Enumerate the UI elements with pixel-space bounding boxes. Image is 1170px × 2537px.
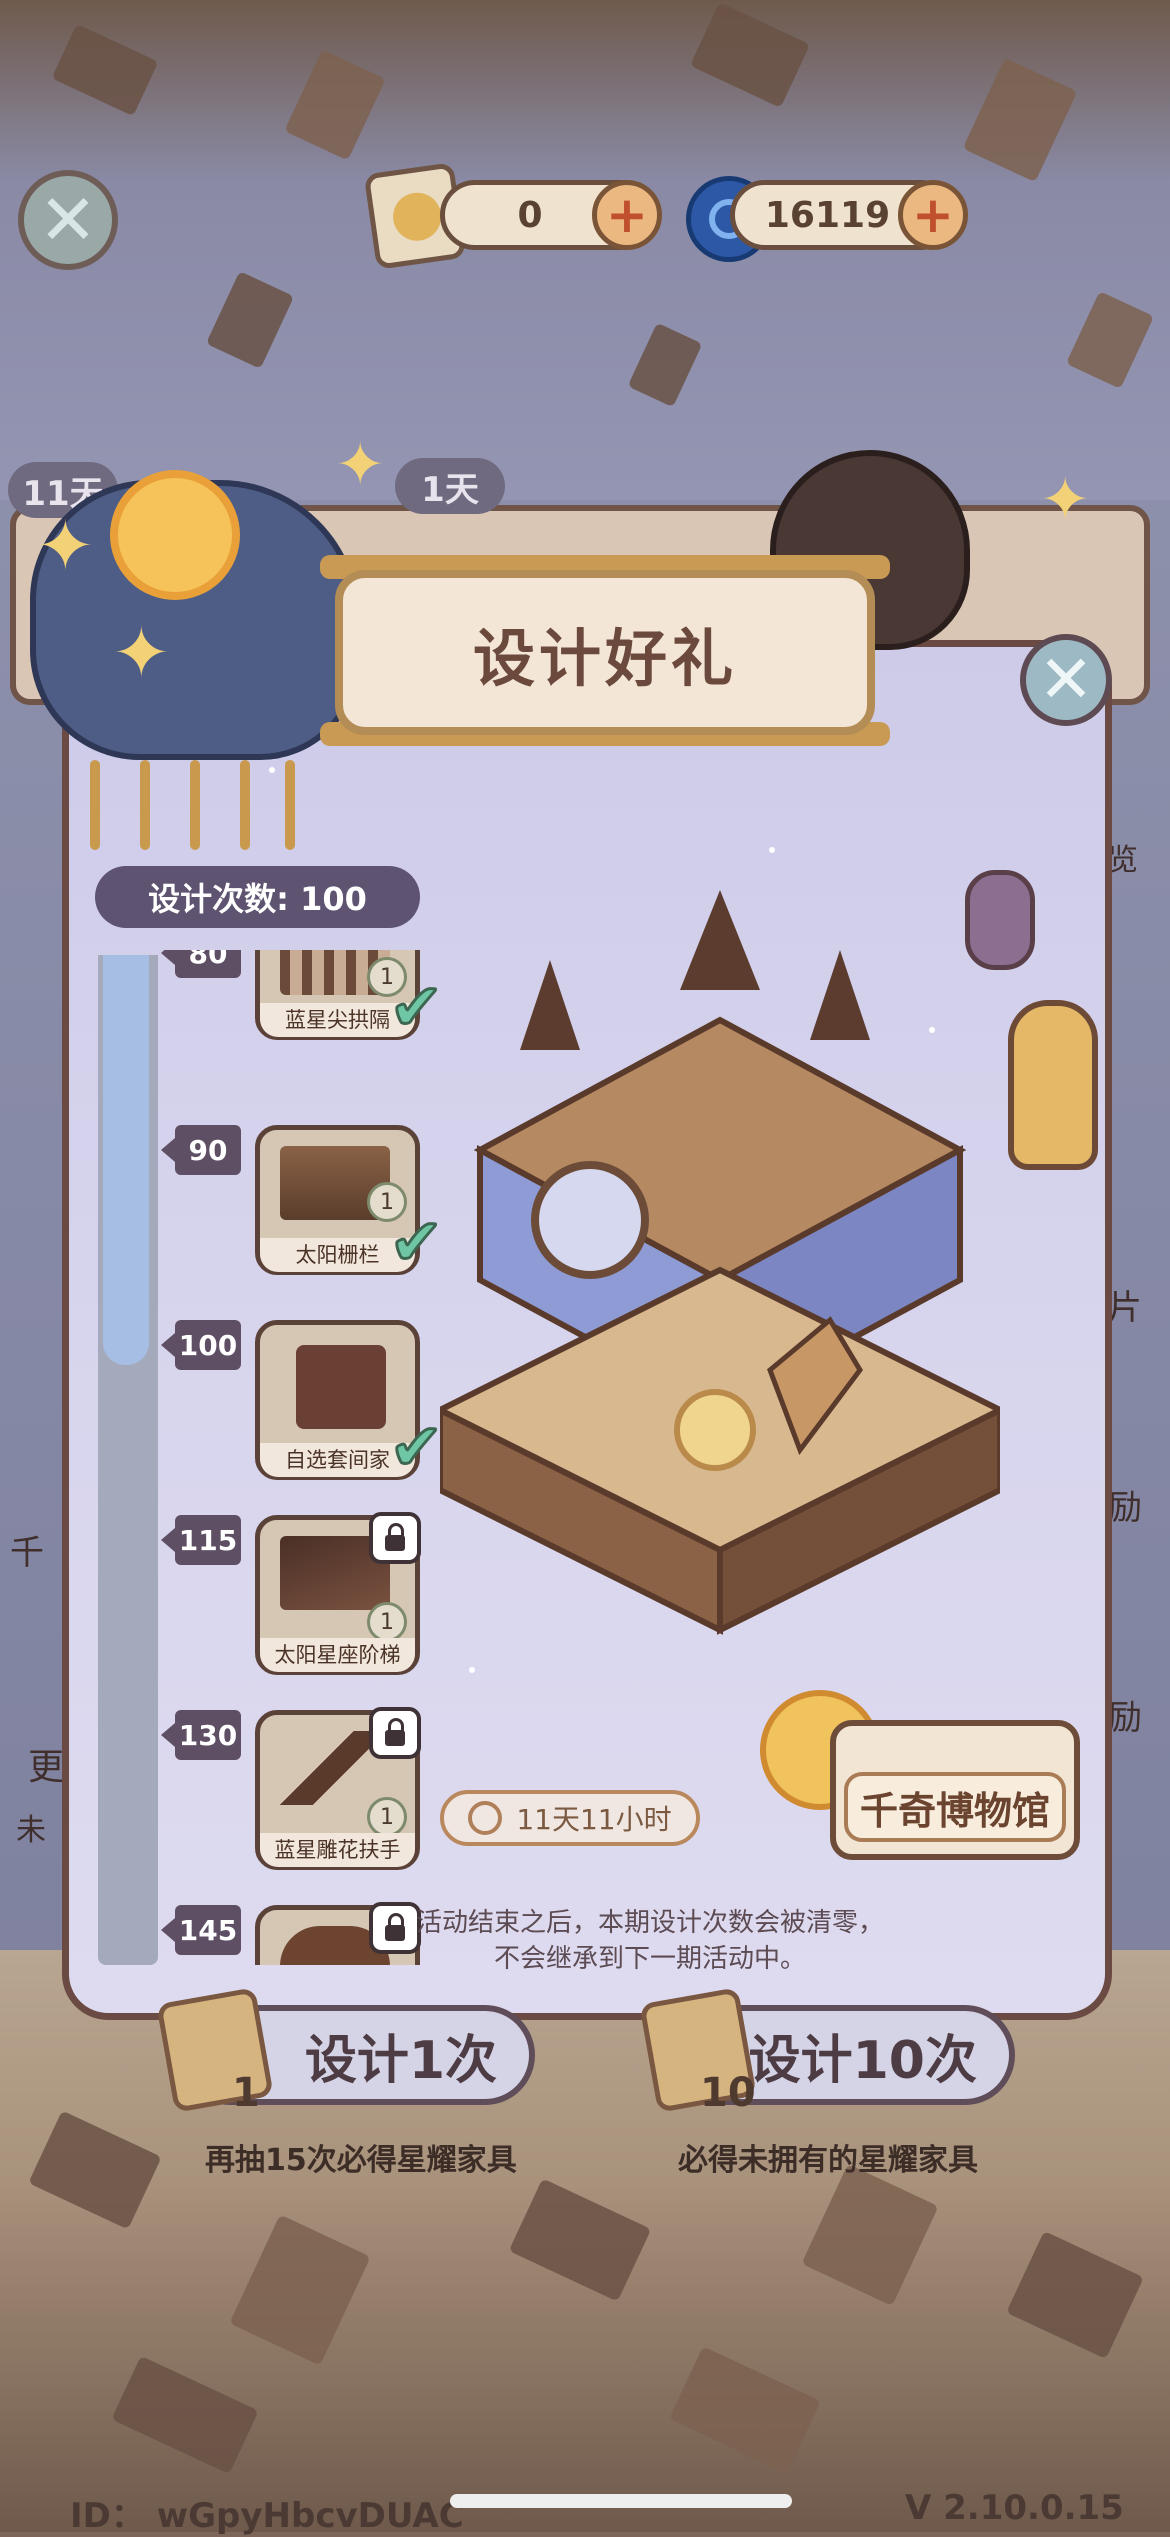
background-side-label: 千 bbox=[10, 1533, 44, 1573]
add-ticket-button[interactable]: + bbox=[592, 180, 662, 250]
dialog-close-button[interactable]: ✕ bbox=[1020, 634, 1112, 726]
reward-card[interactable]: 1 太阳星座阶梯 bbox=[255, 1512, 421, 1675]
check-icon: ✔ bbox=[388, 970, 445, 1047]
lock-icon bbox=[369, 1707, 421, 1759]
sun-icon bbox=[110, 470, 240, 600]
milestone-value: 80 bbox=[161, 950, 241, 978]
milestone-value: 130 bbox=[161, 1710, 241, 1760]
clock-icon bbox=[468, 1801, 503, 1835]
add-orb-button[interactable]: + bbox=[898, 180, 968, 250]
background-side-label: 励 bbox=[1108, 1488, 1142, 1528]
plus-icon: + bbox=[606, 186, 648, 244]
background-side-label: 励 bbox=[1108, 1698, 1142, 1738]
astrolabe bbox=[531, 1161, 649, 1279]
tassel-decoration bbox=[190, 760, 200, 850]
background-side-label: 未 bbox=[16, 1813, 46, 1848]
event-notice: 活动结束之后，本期设计次数会被清零， 不会继承到下一期活动中。 bbox=[415, 1908, 884, 1974]
tassel-decoration bbox=[285, 760, 295, 850]
tassel-decoration bbox=[240, 760, 250, 850]
player-id: ID： wGpyHbcvDUAC bbox=[70, 2496, 464, 2536]
spire bbox=[520, 960, 580, 1050]
reward-name: 蓝星雕花扶手 bbox=[260, 1833, 415, 1867]
milestone-list[interactable]: 80 1 蓝星尖拱隔 ✔ 90 1 太阳栅栏 ✔ 100 自选套间家 ✔ 115… bbox=[90, 950, 450, 1965]
close-icon: ✕ bbox=[38, 179, 98, 261]
gift-box-icon bbox=[296, 1345, 386, 1429]
milestone-value: 115 bbox=[161, 1515, 241, 1565]
sparkle-icon: ✦ bbox=[112, 612, 171, 694]
sun-emblem bbox=[674, 1389, 756, 1471]
close-icon: ✕ bbox=[1038, 641, 1094, 718]
check-icon: ✔ bbox=[388, 1410, 445, 1487]
tassel-decoration bbox=[90, 760, 100, 850]
background-side-label: 览 bbox=[1108, 843, 1138, 878]
tassel-decoration bbox=[140, 760, 150, 850]
milestone-value: 100 bbox=[161, 1320, 241, 1370]
check-icon: ✔ bbox=[388, 1205, 445, 1282]
background-side-label: 片 bbox=[1108, 1288, 1142, 1328]
spire bbox=[810, 950, 870, 1040]
reward-card[interactable]: 1 太阳栅栏 ✔ bbox=[255, 1125, 444, 1282]
reward-name: 太阳星座阶梯 bbox=[260, 1638, 415, 1672]
event-timer: 11天11小时 bbox=[440, 1790, 700, 1846]
app-version: V 2.10.0.15 bbox=[905, 2488, 1124, 2528]
sparkle-icon: ✦ bbox=[36, 505, 95, 587]
close-button[interactable]: ✕ bbox=[18, 170, 118, 270]
draw-ten-hint: 必得未拥有的星耀家具 bbox=[678, 2143, 978, 2178]
design-count-badge: 设计次数: 100 bbox=[95, 866, 420, 928]
background-side-label: 更 bbox=[28, 1747, 65, 1788]
spire bbox=[680, 890, 760, 990]
milestone-value: 90 bbox=[161, 1125, 241, 1175]
home-indicator[interactable] bbox=[450, 2494, 792, 2508]
background-day-tag: 1天 bbox=[395, 458, 505, 514]
house-preview bbox=[440, 890, 1000, 1635]
sun-emblem-icon bbox=[390, 189, 445, 244]
lantern-decoration bbox=[1008, 1000, 1098, 1170]
milestone-value: 145 bbox=[161, 1905, 241, 1955]
reward-card[interactable]: 1 蓝星尖拱隔 ✔ bbox=[255, 950, 444, 1047]
dialog-title: 设计好礼 bbox=[335, 570, 875, 735]
draw-once-hint: 再抽15次必得星耀家具 bbox=[205, 2143, 517, 2178]
museum-button[interactable]: 千奇博物馆 bbox=[830, 1720, 1080, 1860]
sparkle-icon: ✦ bbox=[335, 430, 386, 500]
reward-card[interactable]: 1 蓝星雕花扶手 bbox=[255, 1707, 421, 1870]
reward-card[interactable]: 自选套间家 ✔ bbox=[255, 1320, 444, 1487]
lock-icon bbox=[369, 1512, 421, 1564]
quantity-badge: 1 bbox=[367, 1602, 407, 1642]
quantity-badge: 1 bbox=[367, 1797, 407, 1837]
draw-once-cost: 1 bbox=[232, 2070, 260, 2116]
plus-icon: + bbox=[912, 186, 954, 244]
sparkle-icon: ✦ bbox=[1040, 465, 1091, 535]
draw-ten-cost: 10 bbox=[700, 2070, 756, 2116]
